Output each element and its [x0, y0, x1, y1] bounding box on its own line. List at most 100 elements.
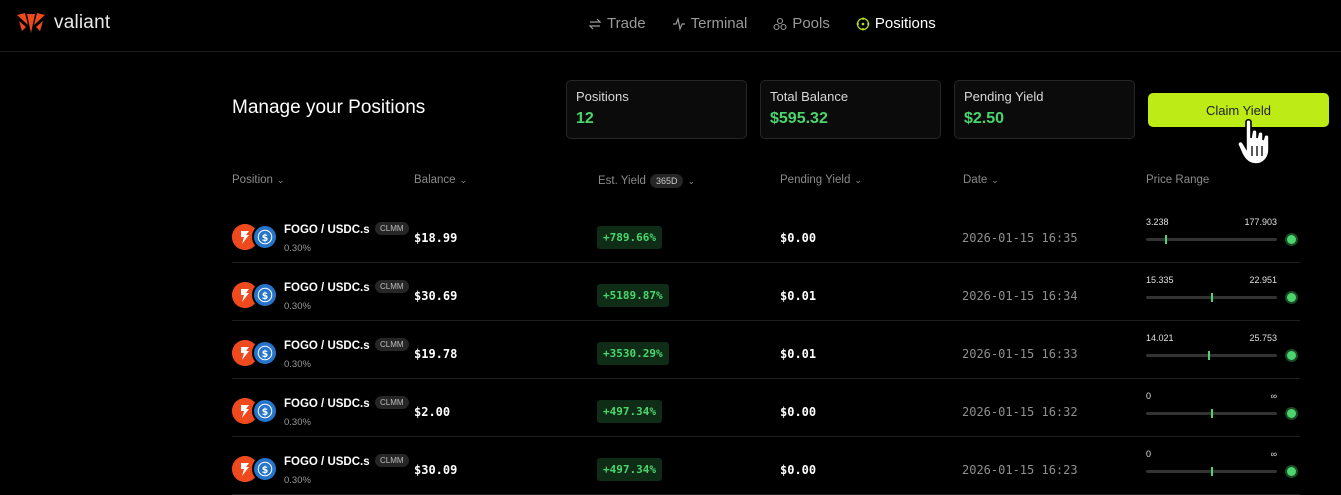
- in-range-status-dot: [1287, 235, 1296, 244]
- positions-table-header: Position ⌄ Balance ⌄ Est. Yield 365D ⌄ P…: [0, 174, 1341, 190]
- nav-label-trade: Trade: [607, 15, 646, 32]
- chevron-down-icon: ⌄: [991, 174, 999, 185]
- pair-name: FOGO / USDC.s: [284, 224, 370, 236]
- range-track: [1146, 235, 1277, 244]
- date-value: 2026-01-15 16:33: [962, 347, 1078, 361]
- range-low: 3.238: [1146, 217, 1169, 227]
- current-price-marker: [1210, 293, 1213, 302]
- svg-text:$: $: [262, 233, 268, 244]
- pair-fee: 0.30%: [284, 243, 311, 254]
- chevron-down-icon: ⌄: [687, 175, 696, 186]
- page-title: Manage your Positions: [232, 97, 426, 118]
- nav-item-pools[interactable]: Pools: [773, 15, 830, 32]
- stat-card-positions: Positions 12: [566, 80, 747, 139]
- range-low: 0: [1146, 449, 1152, 459]
- pending-yield-value: $0.01: [780, 289, 817, 303]
- header-label: Position: [232, 174, 273, 186]
- range-high: ∞: [1270, 391, 1277, 401]
- top-navigation-bar: valiant Trade Terminal Pools Positions: [0, 0, 1341, 52]
- date-value: 2026-01-15 16:32: [962, 405, 1078, 419]
- table-row[interactable]: $ FOGO / USDC.s CLMM 0.30% $19.78 +3530.…: [232, 321, 1300, 379]
- token-pair-icons: $: [232, 340, 278, 366]
- pool-type-badge: CLMM: [375, 396, 409, 409]
- column-header-date[interactable]: Date ⌄: [963, 174, 999, 186]
- pool-type-badge: CLMM: [375, 222, 409, 235]
- brand-logo[interactable]: valiant: [16, 11, 110, 35]
- header-label: Est. Yield: [598, 175, 646, 187]
- stat-label: Total Balance: [770, 89, 849, 104]
- chevron-down-icon: ⌄: [854, 174, 862, 185]
- est-yield-badge: +3530.29%: [597, 342, 669, 365]
- column-header-pending-yield[interactable]: Pending Yield ⌄: [780, 174, 862, 186]
- balance-value: $30.69: [414, 289, 458, 303]
- balance-value: $2.00: [414, 405, 451, 419]
- valiant-logo-icon: [17, 13, 45, 33]
- price-range: 0 ∞: [1145, 449, 1305, 485]
- range-low: 14.021: [1146, 333, 1174, 343]
- nav-label-pools: Pools: [792, 15, 830, 32]
- range-high: 22.951: [1249, 275, 1277, 285]
- nav-label-terminal: Terminal: [690, 15, 748, 32]
- date-value: 2026-01-15 16:34: [962, 289, 1078, 303]
- nav-item-positions[interactable]: Positions: [856, 15, 936, 32]
- usdc-token-icon: $: [252, 340, 278, 366]
- chevron-down-icon: ⌄: [459, 174, 468, 185]
- balance-value: $19.78: [414, 347, 458, 361]
- pair-name: FOGO / USDC.s: [284, 456, 370, 468]
- usdc-token-icon: $: [252, 456, 278, 482]
- price-range: 14.021 25.753: [1145, 333, 1305, 369]
- header-label: Pending Yield: [780, 174, 851, 186]
- est-yield-badge: +789.66%: [597, 226, 662, 249]
- table-row[interactable]: $ FOGO / USDC.s CLMM 0.30% $2.00 +497.34…: [232, 379, 1300, 437]
- stat-card-pending-yield: Pending Yield $2.50: [954, 80, 1135, 139]
- column-header-balance[interactable]: Balance ⌄: [414, 174, 467, 186]
- balance-value: $18.99: [414, 231, 458, 245]
- token-pair-icons: $: [232, 456, 278, 482]
- column-header-position[interactable]: Position ⌄: [232, 174, 284, 186]
- nav-item-terminal[interactable]: Terminal: [672, 15, 748, 32]
- pending-yield-value: $0.01: [780, 347, 817, 361]
- range-high: ∞: [1270, 449, 1277, 459]
- range-track: [1146, 467, 1277, 476]
- pending-yield-value: $0.00: [780, 405, 817, 419]
- range-track: [1146, 409, 1277, 418]
- header-label: Price Range: [1146, 174, 1210, 186]
- target-icon: [856, 17, 870, 30]
- range-high: 25.753: [1249, 333, 1277, 343]
- in-range-status-dot: [1287, 467, 1296, 476]
- pulse-icon: [672, 16, 685, 31]
- pair-fee: 0.30%: [284, 475, 311, 486]
- est-yield-badge: +497.34%: [597, 400, 662, 423]
- est-yield-badge: +497.34%: [597, 458, 662, 481]
- pending-yield-value: $0.00: [780, 231, 817, 245]
- header-label: Balance: [414, 174, 456, 186]
- hand-pointer-cursor-icon: [1237, 118, 1270, 165]
- pending-yield-value: $0.00: [780, 463, 817, 477]
- column-header-est-yield[interactable]: Est. Yield 365D ⌄: [598, 174, 695, 188]
- svg-text:$: $: [262, 407, 268, 418]
- usdc-token-icon: $: [252, 224, 278, 250]
- range-track: [1146, 351, 1277, 360]
- price-range: 0 ∞: [1145, 391, 1305, 427]
- nav-item-trade[interactable]: Trade: [588, 15, 646, 32]
- table-row[interactable]: $ FOGO / USDC.s CLMM 0.30% $18.99 +789.6…: [232, 205, 1300, 263]
- stat-value: $2.50: [964, 110, 1005, 127]
- balance-value: $30.09: [414, 463, 458, 477]
- header-label: Date: [963, 174, 988, 186]
- table-row[interactable]: $ FOGO / USDC.s CLMM 0.30% $30.69 +5189.…: [232, 263, 1300, 321]
- current-price-marker: [1164, 235, 1167, 244]
- date-value: 2026-01-15 16:23: [962, 463, 1078, 477]
- yield-period-badge[interactable]: 365D: [649, 174, 684, 188]
- est-yield-badge: +5189.87%: [597, 284, 669, 307]
- brand-name: valiant: [54, 12, 111, 33]
- svg-text:$: $: [262, 465, 268, 476]
- stat-card-total-balance: Total Balance $595.32: [760, 80, 941, 139]
- price-range: 15.335 22.951: [1145, 275, 1305, 311]
- range-low: 0: [1146, 391, 1152, 401]
- usdc-token-icon: $: [252, 398, 278, 424]
- token-pair-icons: $: [232, 224, 278, 250]
- table-row[interactable]: $ FOGO / USDC.s CLMM 0.30% $30.09 +497.3…: [232, 437, 1300, 495]
- stat-label: Pending Yield: [964, 89, 1044, 104]
- pool-type-badge: CLMM: [375, 454, 409, 467]
- nav-label-positions: Positions: [874, 15, 936, 32]
